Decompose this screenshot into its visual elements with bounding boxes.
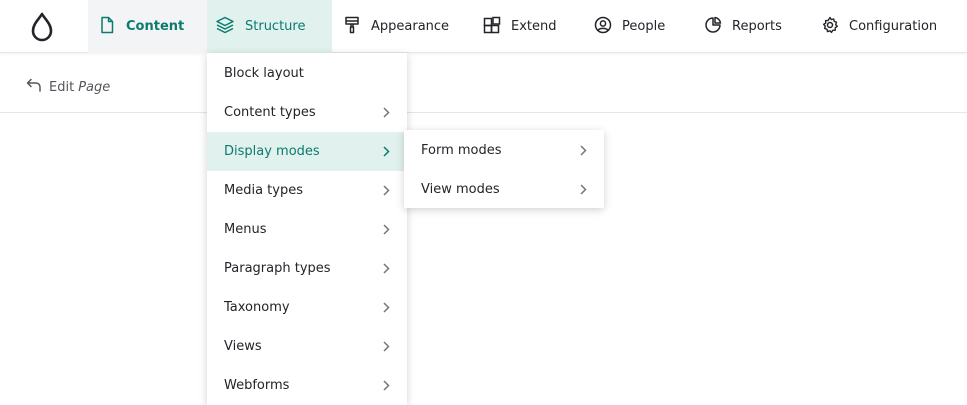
menu-item-block-layout[interactable]: Block layout (207, 54, 407, 93)
tab-label: Appearance (371, 19, 450, 34)
menu-item-form-modes[interactable]: Form modes (404, 131, 604, 170)
pie-chart-icon (704, 16, 732, 38)
chevron-right-icon (383, 380, 390, 391)
admin-toolbar: Content Structure Appearance Extend Peop… (0, 0, 967, 53)
tab-label: Structure (245, 19, 306, 34)
menu-item-display-modes[interactable]: Display modes (207, 132, 407, 171)
chevron-right-icon (580, 145, 587, 156)
edit-page-link[interactable]: Edit Page (26, 78, 110, 96)
menu-item-view-modes[interactable]: View modes (404, 170, 604, 209)
chevron-right-icon (580, 184, 587, 195)
menu-item-label: Form modes (421, 143, 502, 158)
tab-structure[interactable]: Structure (207, 0, 332, 53)
menu-item-label: Taxonomy (224, 300, 290, 315)
page-label: Page (78, 79, 111, 95)
chevron-right-icon (383, 263, 390, 274)
menu-item-paragraph-types[interactable]: Paragraph types (207, 249, 407, 288)
tab-label: People (622, 19, 666, 34)
menu-item-label: Block layout (224, 66, 304, 81)
menu-item-label: Paragraph types (224, 261, 331, 276)
menu-item-label: Webforms (224, 378, 290, 393)
menu-item-label: Media types (224, 183, 303, 198)
tab-label: Content (126, 19, 185, 34)
user-circle-icon (594, 16, 622, 38)
menu-item-media-types[interactable]: Media types (207, 171, 407, 210)
gear-icon (821, 16, 849, 38)
tab-configuration[interactable]: Configuration (810, 0, 937, 53)
menu-item-label: Display modes (224, 144, 320, 159)
chevron-right-icon (383, 185, 390, 196)
chevron-right-icon (383, 302, 390, 313)
page-subheader (0, 54, 967, 113)
menu-item-taxonomy[interactable]: Taxonomy (207, 288, 407, 327)
tab-label: Reports (732, 19, 782, 34)
puzzle-blocks-icon (483, 16, 511, 38)
menu-item-label: Menus (224, 222, 267, 237)
menu-item-webforms[interactable]: Webforms (207, 366, 407, 405)
tab-people[interactable]: People (585, 0, 665, 53)
document-icon (98, 16, 126, 38)
chevron-right-icon (383, 224, 390, 235)
menu-item-label: Views (224, 339, 262, 354)
chevron-right-icon (383, 146, 390, 157)
menu-item-content-types[interactable]: Content types (207, 93, 407, 132)
drupal-logo-icon[interactable] (0, 0, 84, 53)
layers-icon (215, 16, 245, 38)
menu-item-label: Content types (224, 105, 316, 120)
back-arrow-icon (26, 78, 49, 96)
display-modes-submenu: Form modes View modes (404, 130, 604, 208)
tab-content[interactable]: Content (88, 0, 207, 53)
chevron-right-icon (383, 107, 390, 118)
chevron-right-icon (383, 341, 390, 352)
paint-brush-icon (343, 16, 371, 38)
tab-label: Extend (511, 19, 557, 34)
menu-item-label: View modes (421, 182, 500, 197)
tab-appearance[interactable]: Appearance (333, 0, 449, 53)
tab-extend[interactable]: Extend (474, 0, 557, 53)
edit-label: Edit (49, 79, 75, 95)
tab-label: Configuration (849, 19, 938, 34)
menu-item-views[interactable]: Views (207, 327, 407, 366)
menu-item-menus[interactable]: Menus (207, 210, 407, 249)
tab-reports[interactable]: Reports (694, 0, 782, 53)
structure-dropdown-menu: Block layout Content types Display modes… (207, 53, 407, 405)
